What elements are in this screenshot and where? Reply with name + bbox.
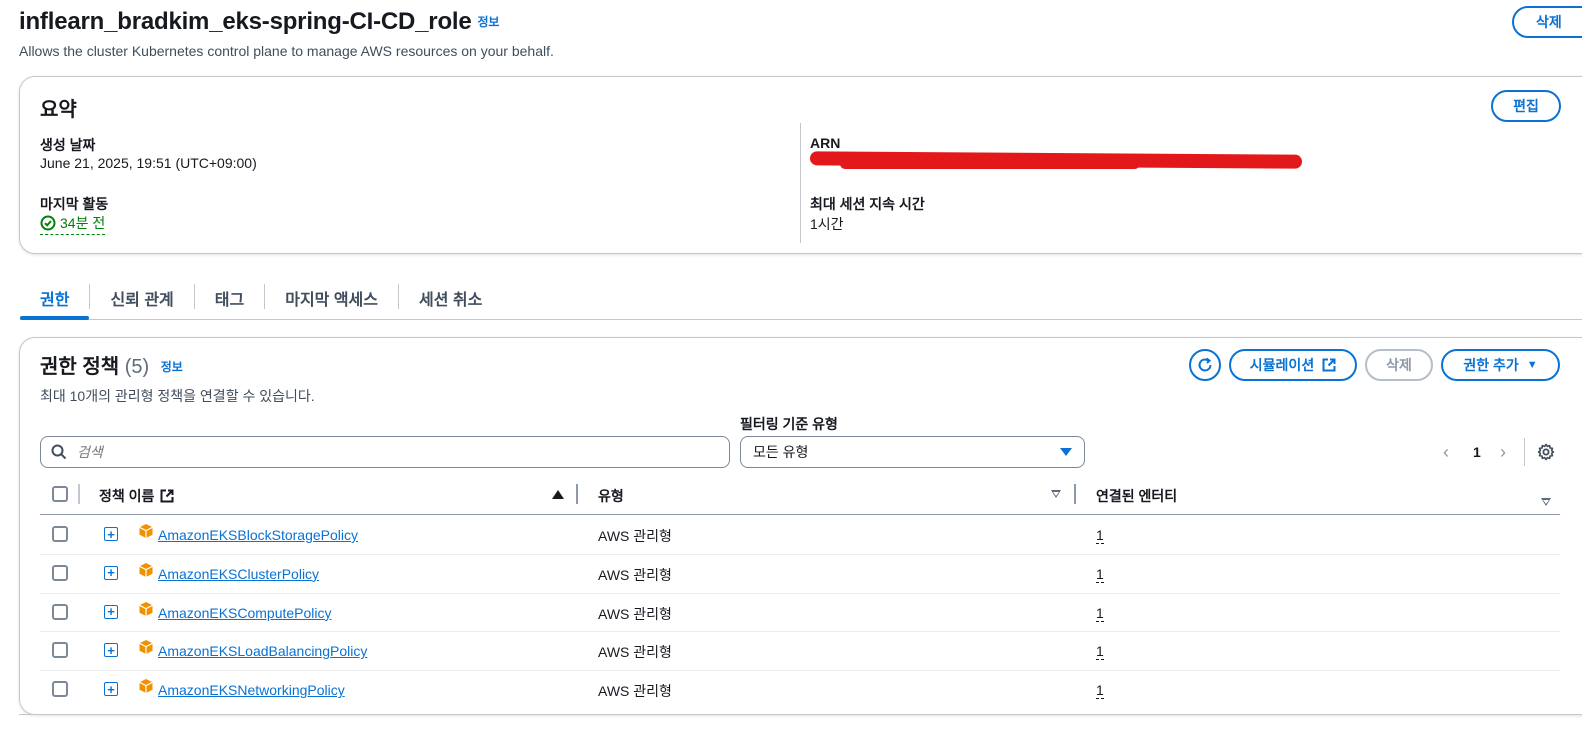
aws-managed-policy-icon [139, 679, 153, 694]
policy-type: AWS 관리형 [598, 528, 672, 544]
expand-row-icon[interactable]: + [104, 682, 118, 697]
policy-name-link[interactable]: AmazonEKSComputePolicy [158, 605, 332, 621]
expand-row-icon[interactable]: + [104, 643, 118, 658]
attached-entities-count[interactable]: 1 [1096, 566, 1104, 583]
policy-name-link[interactable]: AmazonEKSBlockStoragePolicy [158, 527, 358, 543]
row-checkbox[interactable] [52, 642, 68, 659]
aws-managed-policy-icon [139, 562, 153, 577]
policy-name-link[interactable]: AmazonEKSLoadBalancingPolicy [158, 643, 367, 659]
panel-bottom-border [19, 714, 1582, 715]
aws-managed-policy-icon [139, 601, 153, 616]
policy-table-body: + AmazonEKSBlockStoragePolicy AWS 관리형 1 … [0, 0, 1582, 732]
policy-type: AWS 관리형 [598, 644, 672, 661]
attached-entities-count[interactable]: 1 [1096, 605, 1104, 622]
expand-row-icon[interactable]: + [104, 565, 118, 580]
policy-name-link[interactable]: AmazonEKSClusterPolicy [158, 566, 319, 582]
row-checkbox[interactable] [52, 603, 68, 620]
expand-row-icon[interactable]: + [104, 604, 118, 619]
attached-entities-count[interactable]: 1 [1096, 528, 1104, 544]
policy-type: AWS 관리형 [598, 683, 672, 700]
row-checkbox[interactable] [52, 681, 68, 698]
attached-entities-count[interactable]: 1 [1096, 644, 1104, 661]
policy-type: AWS 관리형 [598, 605, 672, 622]
policy-name-link[interactable]: AmazonEKSNetworkingPolicy [158, 682, 345, 698]
attached-entities-count[interactable]: 1 [1096, 683, 1104, 700]
aws-managed-policy-icon [139, 640, 153, 655]
policy-type: AWS 관리형 [598, 566, 672, 583]
row-checkbox[interactable] [52, 526, 68, 542]
row-checkbox[interactable] [52, 564, 68, 581]
expand-row-icon[interactable]: + [104, 527, 118, 541]
aws-managed-policy-icon [139, 524, 153, 538]
